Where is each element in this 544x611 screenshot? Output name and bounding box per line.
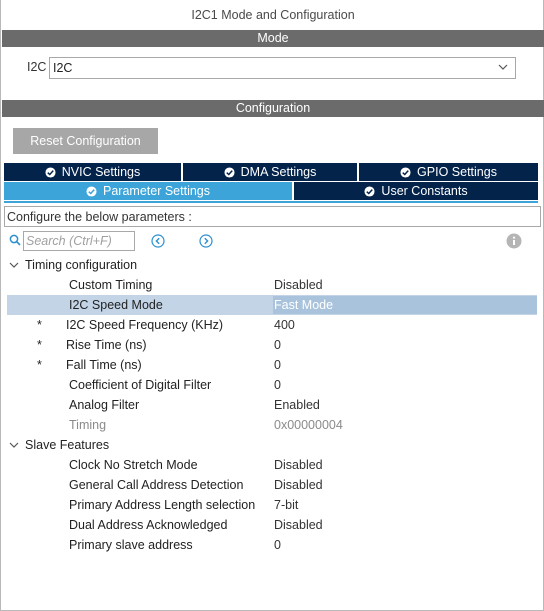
- tab-parameter-settings[interactable]: Parameter Settings: [4, 182, 292, 200]
- param-row-timing: Timing 0x00000004: [7, 415, 537, 435]
- param-row-digital-filter[interactable]: Coefficient of Digital Filter 0: [7, 375, 537, 395]
- param-name: Rise Time (ns): [66, 338, 147, 352]
- param-row-address-length[interactable]: Primary Address Length selection 7-bit: [7, 495, 537, 515]
- param-value[interactable]: 0: [274, 335, 281, 355]
- tab-underline: [4, 201, 538, 203]
- param-row-general-call[interactable]: General Call Address Detection Disabled: [7, 475, 537, 495]
- mode-select-value: I2C: [53, 61, 73, 75]
- parameters-description: Configure the below parameters :: [4, 206, 541, 227]
- group-title: Slave Features: [25, 438, 110, 452]
- tab-user-constants[interactable]: User Constants: [294, 182, 538, 200]
- check-circle-icon: [45, 167, 56, 178]
- tab-dma-settings[interactable]: DMA Settings: [183, 163, 357, 181]
- param-name: Clock No Stretch Mode: [69, 458, 198, 472]
- search-icon: [9, 234, 21, 246]
- param-value[interactable]: Disabled: [274, 475, 323, 495]
- param-name: Fall Time (ns): [66, 358, 142, 372]
- param-name: Coefficient of Digital Filter: [69, 378, 212, 392]
- i2c-config-panel: I2C1 Mode and Configuration Mode I2C I2C…: [0, 0, 544, 611]
- mode-field-label: I2C: [27, 60, 47, 74]
- param-value[interactable]: 0: [274, 355, 281, 375]
- check-circle-icon: [400, 167, 411, 178]
- param-value[interactable]: Disabled: [274, 515, 323, 535]
- param-name: Primary slave address: [69, 538, 193, 552]
- arrow-left-circle-icon[interactable]: [151, 234, 165, 248]
- param-row-i2c-speed-frequency[interactable]: * I2C Speed Frequency (KHz) 400: [7, 315, 537, 335]
- mode-section-header: Mode: [2, 30, 544, 47]
- param-value[interactable]: 7-bit: [274, 495, 298, 515]
- param-row-fall-time[interactable]: * Fall Time (ns) 0: [7, 355, 537, 375]
- group-title: Timing configuration: [25, 258, 138, 272]
- param-value[interactable]: Disabled: [274, 275, 323, 295]
- param-name: I2C Speed Mode: [69, 298, 163, 312]
- chevron-down-icon: [498, 64, 508, 70]
- param-row-custom-timing[interactable]: Custom Timing Disabled: [7, 275, 537, 295]
- chevron-down-icon: [9, 442, 19, 448]
- required-marker: *: [37, 318, 42, 332]
- param-value[interactable]: 0: [274, 375, 281, 395]
- param-row-analog-filter[interactable]: Analog Filter Enabled: [7, 395, 537, 415]
- param-name: Primary Address Length selection: [69, 498, 256, 512]
- group-slave-features[interactable]: Slave Features: [9, 436, 109, 454]
- tab-label: NVIC Settings: [61, 165, 141, 179]
- param-value[interactable]: 400: [274, 315, 295, 335]
- param-row-primary-slave-address[interactable]: Primary slave address 0: [7, 535, 537, 555]
- param-name: I2C Speed Frequency (KHz): [66, 318, 224, 332]
- param-value: 0x00000004: [274, 418, 343, 432]
- mode-select[interactable]: I2C: [49, 57, 516, 79]
- check-circle-icon: [224, 167, 235, 178]
- configuration-section-header: Configuration: [2, 100, 544, 117]
- param-value[interactable]: Fast Mode: [274, 295, 333, 315]
- check-circle-icon: [86, 186, 97, 197]
- param-name: General Call Address Detection: [69, 478, 244, 492]
- param-name: Analog Filter: [69, 398, 140, 412]
- param-name: Custom Timing: [69, 278, 153, 292]
- window-title: I2C1 Mode and Configuration: [191, 8, 355, 22]
- info-icon[interactable]: [506, 233, 522, 249]
- param-row-rise-time[interactable]: * Rise Time (ns) 0: [7, 335, 537, 355]
- reset-configuration-button[interactable]: Reset Configuration: [13, 128, 158, 154]
- tab-gpio-settings[interactable]: GPIO Settings: [359, 163, 538, 181]
- param-value[interactable]: Disabled: [274, 455, 323, 475]
- tab-nvic-settings[interactable]: NVIC Settings: [4, 163, 181, 181]
- search-input[interactable]: [23, 231, 135, 251]
- tab-label: GPIO Settings: [417, 165, 497, 179]
- tab-label: Parameter Settings: [103, 184, 210, 198]
- param-name: Timing: [69, 418, 107, 432]
- chevron-down-icon: [9, 262, 19, 268]
- param-value[interactable]: 0: [274, 535, 281, 555]
- description-text: Configure the below parameters :: [7, 210, 192, 224]
- param-name: Dual Address Acknowledged: [69, 518, 228, 532]
- check-circle-icon: [364, 186, 375, 197]
- group-timing-configuration[interactable]: Timing configuration: [9, 256, 137, 274]
- tab-label: DMA Settings: [240, 165, 317, 179]
- required-marker: *: [37, 358, 42, 372]
- tab-label: User Constants: [381, 184, 468, 198]
- arrow-right-circle-icon[interactable]: [199, 234, 213, 248]
- param-value[interactable]: Enabled: [274, 395, 320, 415]
- param-row-i2c-speed-mode[interactable]: I2C Speed Mode Fast Mode: [7, 295, 537, 315]
- param-row-dual-address[interactable]: Dual Address Acknowledged Disabled: [7, 515, 537, 535]
- param-row-clock-no-stretch[interactable]: Clock No Stretch Mode Disabled: [7, 455, 537, 475]
- required-marker: *: [37, 338, 42, 352]
